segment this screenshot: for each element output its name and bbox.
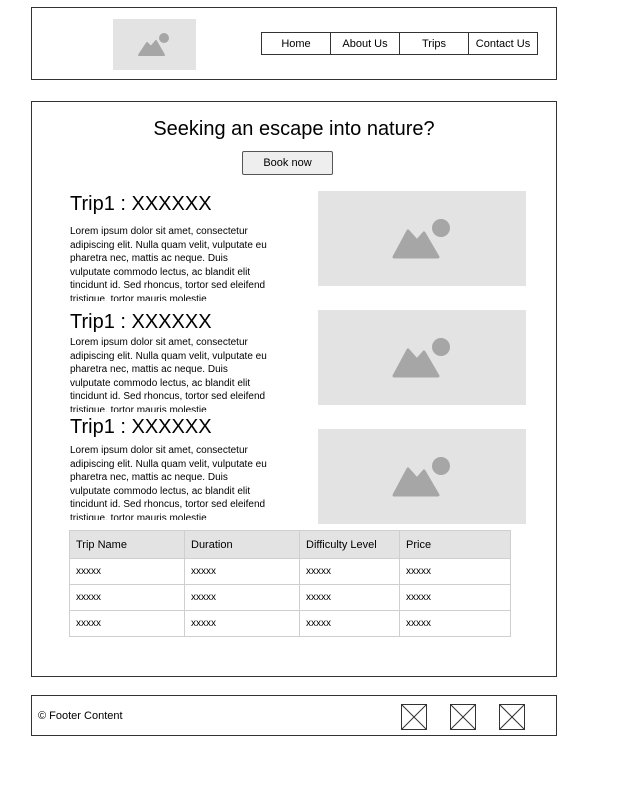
page-headline: Seeking an escape into nature? <box>153 118 435 140</box>
social-icon-placeholder[interactable] <box>450 704 476 730</box>
trip-title: Trip1 : XXXXXX <box>70 311 212 333</box>
table-cell: xxxxx <box>299 584 400 611</box>
table-cell: xxxxx <box>184 584 300 611</box>
nav-home[interactable]: Home <box>261 32 331 55</box>
table-row: xxxxx xxxxx xxxxx xxxxx <box>69 558 511 585</box>
trip-title: Trip1 : XXXXXX <box>70 416 212 438</box>
trip-description: Lorem ipsum dolor sit amet, consectetur … <box>70 445 267 520</box>
table-row: xxxxx xxxxx xxxxx xxxxx <box>69 610 511 637</box>
social-icon-placeholder[interactable] <box>401 704 427 730</box>
main-nav: Home About Us Trips Contact Us <box>261 32 538 55</box>
trip-image-placeholder[interactable] <box>318 429 526 524</box>
book-now-button[interactable]: Book now <box>242 151 333 175</box>
footer-text: © Footer Content <box>38 710 123 722</box>
trip-description: Lorem ipsum dolor sit amet, consectetur … <box>70 226 267 301</box>
column-header-difficulty: Difficulty Level <box>299 530 400 559</box>
table-cell: xxxxx <box>399 584 511 611</box>
trip-description: Lorem ipsum dolor sit amet, consectetur … <box>70 337 267 412</box>
nav-trips[interactable]: Trips <box>399 32 469 55</box>
table-cell: xxxxx <box>299 610 400 637</box>
table-row: xxxxx xxxxx xxxxx xxxxx <box>69 584 511 611</box>
image-placeholder-icon <box>392 219 450 259</box>
image-placeholder-icon <box>138 33 169 56</box>
column-header-duration: Duration <box>184 530 300 559</box>
logo-image-placeholder[interactable] <box>113 19 196 70</box>
nav-contact-us[interactable]: Contact Us <box>468 32 538 55</box>
image-placeholder-icon <box>392 338 450 378</box>
column-header-price: Price <box>399 530 511 559</box>
column-header-trip-name: Trip Name <box>69 530 185 559</box>
table-cell: xxxxx <box>184 610 300 637</box>
site-header: Home About Us Trips Contact Us <box>31 7 557 80</box>
table-cell: xxxxx <box>69 584 185 611</box>
table-cell: xxxxx <box>69 558 185 585</box>
trip-title: Trip1 : XXXXXX <box>70 193 212 215</box>
table-cell: xxxxx <box>184 558 300 585</box>
image-placeholder-icon <box>392 457 450 497</box>
social-icon-placeholder[interactable] <box>499 704 525 730</box>
nav-about-us[interactable]: About Us <box>330 32 400 55</box>
table-cell: xxxxx <box>399 558 511 585</box>
trip-image-placeholder[interactable] <box>318 191 526 286</box>
site-footer: © Footer Content <box>31 695 557 736</box>
table-cell: xxxxx <box>69 610 185 637</box>
table-header-row: Trip Name Duration Difficulty Level Pric… <box>69 530 511 559</box>
main-content: Seeking an escape into nature? Book now … <box>31 101 557 677</box>
table-cell: xxxxx <box>399 610 511 637</box>
trip-image-placeholder[interactable] <box>318 310 526 405</box>
table-cell: xxxxx <box>299 558 400 585</box>
trips-table: Trip Name Duration Difficulty Level Pric… <box>69 530 511 637</box>
